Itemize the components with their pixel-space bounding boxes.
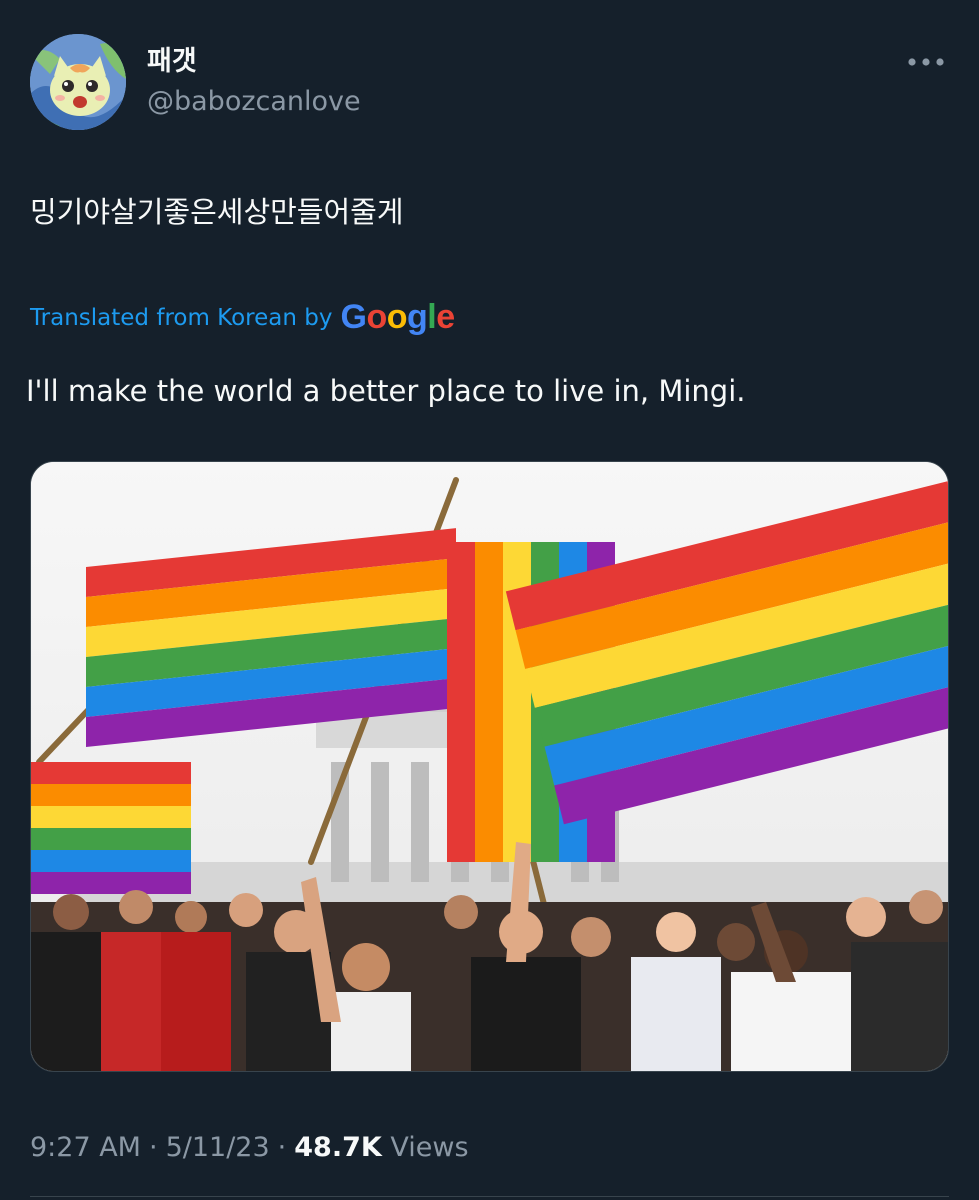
divider [30,1196,949,1197]
more-options-icon [908,58,944,66]
translated-label: Translated from Korean by [30,305,333,331]
google-letter-3: o [386,298,408,336]
views-count: 48.7K [294,1132,382,1163]
avatar[interactable] [30,34,126,130]
google-letter-1: G [340,298,367,336]
google-letter-2: o [366,298,387,336]
user-handle[interactable]: @babozcanlove [147,86,361,118]
google-logo: Google [340,297,455,337]
cartoon-cat-avatar-icon [30,34,126,130]
google-letter-4: g [407,298,428,336]
separator-dot: · [277,1132,287,1163]
tweet-photo[interactable] [30,461,949,1072]
tweet-metadata: 9:27 AM · 5/11/23 · 48.7K Views [30,1128,469,1168]
tweet-date[interactable]: 5/11/23 [166,1132,270,1163]
display-name[interactable]: 패갯 [147,46,197,78]
separator-dot: · [148,1132,158,1163]
tweet-text: 밍기야살기좋은세상만들어줄게 [30,195,404,229]
views-label: Views [390,1132,469,1163]
pride-flags-photo-image [31,462,948,1071]
google-letter-6: e [436,298,455,336]
more-options-button[interactable] [904,48,948,76]
tweet-time[interactable]: 9:27 AM [30,1132,141,1163]
translated-text: I'll make the world a better place to li… [26,374,746,408]
google-letter-5: l [427,298,437,336]
translation-attribution[interactable]: Translated from Korean by Google [30,298,455,338]
